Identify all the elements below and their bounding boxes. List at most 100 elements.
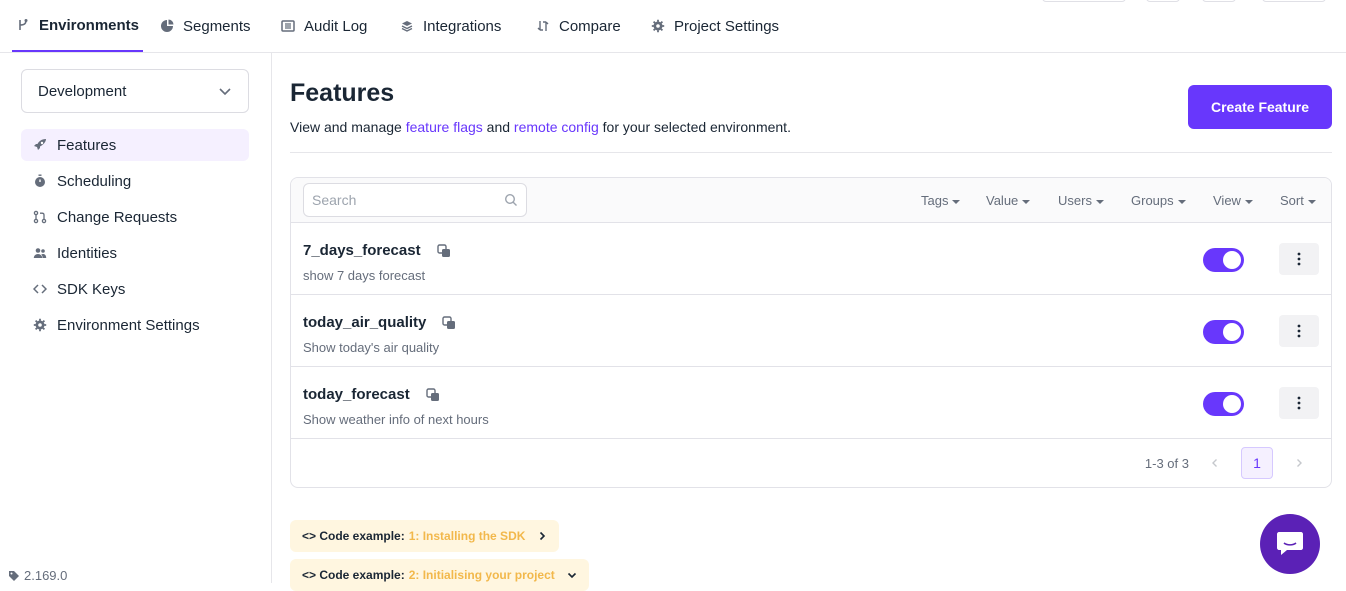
remote-config-link[interactable]: remote config <box>514 119 599 135</box>
page-title: Features <box>290 79 395 107</box>
sidebar-item-label: SDK Keys <box>57 280 126 298</box>
version-text: 2.169.0 <box>24 568 68 583</box>
caret-down-icon <box>952 199 961 204</box>
sidebar-item-label: Change Requests <box>57 208 178 226</box>
pull-request-icon <box>33 210 47 224</box>
sidebar-item-label: Environment Settings <box>57 316 200 334</box>
people-icon <box>33 248 47 258</box>
environment-select[interactable]: Development <box>21 69 249 113</box>
filter-label: Value <box>986 193 1019 208</box>
filter-view[interactable]: View <box>1213 193 1253 208</box>
header-button-partial[interactable] <box>1202 0 1236 2</box>
page-number-button[interactable]: 1 <box>1241 447 1273 479</box>
code-example-initialising-project[interactable]: <> Code example: 2: Initialising your pr… <box>290 559 589 591</box>
sidebar-item-label: Features <box>57 136 117 154</box>
table-row[interactable]: 7_days_forecast show 7 days forecast <box>291 223 1331 295</box>
next-page-button[interactable] <box>1283 447 1315 479</box>
copy-icon[interactable] <box>426 387 440 402</box>
tab-label: Segments <box>183 17 251 35</box>
caret-down-icon <box>1177 199 1186 204</box>
toggle-knob <box>1223 251 1241 269</box>
sidebar-item-label: Scheduling <box>57 172 132 190</box>
code-example-prefix: <> Code example: <box>302 568 405 582</box>
vertical-dots-icon <box>1297 324 1301 338</box>
feature-flags-link[interactable]: feature flags <box>406 119 483 135</box>
chat-button[interactable] <box>1260 514 1320 574</box>
feature-name: today_air_quality <box>303 314 456 331</box>
pagination-range: 1-3 of 3 <box>1144 455 1189 471</box>
tab-integrations[interactable]: Integrations <box>400 0 501 52</box>
code-example-prefix: <> Code example: <box>302 529 405 543</box>
sidebar-item-sdk-keys[interactable]: SDK Keys <box>21 273 249 305</box>
gear-icon <box>651 19 665 33</box>
chat-icon <box>1277 532 1303 555</box>
sidebar-item-environment-settings[interactable]: Environment Settings <box>21 309 249 341</box>
vertical-dots-icon <box>1297 396 1301 410</box>
filter-label: Groups <box>1131 193 1174 208</box>
caret-down-icon <box>1095 199 1104 204</box>
feature-description: Show weather info of next hours <box>303 412 489 427</box>
gear-icon <box>33 318 47 332</box>
tag-icon <box>9 570 19 581</box>
sidebar-item-label: Identities <box>57 244 118 262</box>
pie-chart-icon <box>161 19 174 32</box>
copy-icon[interactable] <box>436 243 451 258</box>
tab-segments[interactable]: Segments <box>160 0 251 52</box>
feature-toggle[interactable] <box>1203 320 1244 344</box>
filter-groups[interactable]: Groups <box>1131 193 1186 208</box>
code-example-installing-sdk[interactable]: <> Code example: 1: Installing the SDK <box>290 520 560 552</box>
chevron-down-icon <box>567 572 576 579</box>
sidebar-item-identities[interactable]: Identities <box>21 237 249 269</box>
filter-users[interactable]: Users <box>1058 193 1104 208</box>
code-example-title: 1: Installing the SDK <box>408 529 526 543</box>
filter-label: Sort <box>1280 193 1304 208</box>
filter-value[interactable]: Value <box>986 193 1031 208</box>
rocket-icon <box>34 139 46 150</box>
header-button-partial[interactable] <box>1146 0 1180 2</box>
table-row[interactable]: today_air_quality Show today's air quali… <box>291 295 1331 367</box>
feature-toggle[interactable] <box>1203 248 1244 272</box>
tab-audit-log[interactable]: Audit Log <box>281 0 367 52</box>
sidebar-item-features[interactable]: Features <box>21 129 249 161</box>
feature-name: today_forecast <box>303 386 440 403</box>
description-text: and <box>482 119 514 135</box>
filter-tags[interactable]: Tags <box>921 193 961 208</box>
filter-sort[interactable]: Sort <box>1280 193 1316 208</box>
feature-name: 7_days_forecast <box>303 242 451 259</box>
create-feature-button[interactable]: Create Feature <box>1188 85 1332 129</box>
feature-name-text: 7_days_forecast <box>303 242 421 259</box>
feature-description: Show today's air quality <box>303 340 440 355</box>
code-example-title: 2: Initialising your project <box>408 568 555 582</box>
compare-icon <box>537 21 549 31</box>
top-navigation: Environments Segments Audit Log Integrat… <box>0 0 1346 53</box>
timer-icon <box>35 174 45 187</box>
filter-label: Users <box>1058 193 1092 208</box>
more-options-button[interactable] <box>1279 315 1319 347</box>
previous-page-button[interactable] <box>1199 447 1231 479</box>
sidebar-item-scheduling[interactable]: Scheduling <box>21 165 249 197</box>
copy-icon[interactable] <box>442 315 456 330</box>
tab-project-settings[interactable]: Project Settings <box>651 0 779 52</box>
search-box[interactable] <box>303 183 527 217</box>
more-options-button[interactable] <box>1279 387 1319 419</box>
toggle-knob <box>1223 395 1241 413</box>
caret-down-icon <box>1244 199 1253 204</box>
feature-name-text: today_air_quality <box>303 314 427 331</box>
divider <box>290 152 1332 153</box>
filter-label: View <box>1213 193 1241 208</box>
sidebar-item-change-requests[interactable]: Change Requests <box>21 201 249 233</box>
header-button-partial[interactable] <box>1262 0 1326 2</box>
vertical-dots-icon <box>1297 252 1301 266</box>
feature-toggle[interactable] <box>1203 392 1244 416</box>
layers-icon <box>401 21 413 32</box>
more-options-button[interactable] <box>1279 243 1319 275</box>
tab-compare[interactable]: Compare <box>536 0 621 52</box>
app-version: 2.169.0 <box>8 568 67 583</box>
tab-label: Compare <box>559 17 621 35</box>
table-row[interactable]: today_forecast Show weather info of next… <box>291 367 1331 439</box>
chevron-left-icon <box>1212 459 1217 467</box>
caret-down-icon <box>1022 199 1031 204</box>
search-input[interactable] <box>312 192 504 208</box>
tab-environments[interactable]: Environments <box>12 0 144 52</box>
header-button-partial[interactable] <box>1042 0 1126 2</box>
